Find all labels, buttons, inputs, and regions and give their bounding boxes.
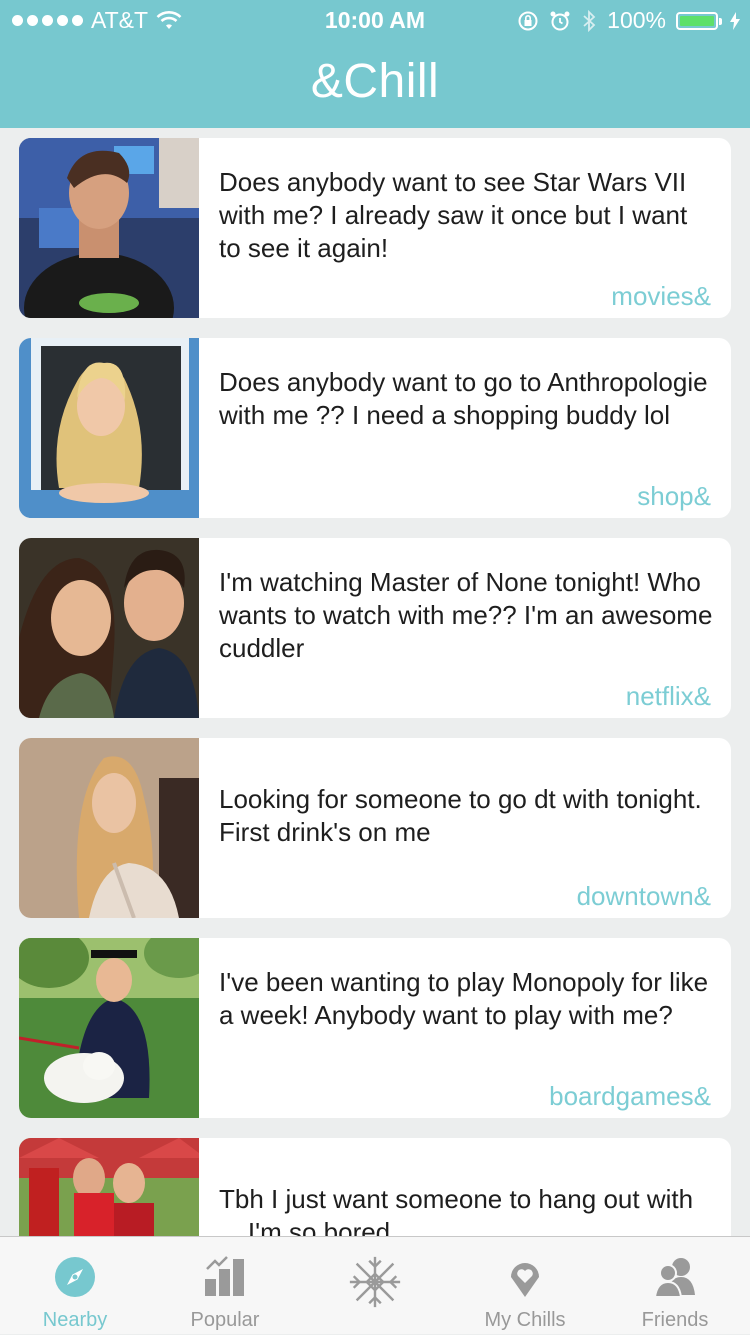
- top-bar: AT&T 10:00 AM 100% &Chill: [0, 0, 750, 128]
- post-card[interactable]: I've been wanting to play Monopoly for l…: [19, 938, 731, 1118]
- post-card[interactable]: Tbh I just want someone to hang out with…: [19, 1138, 731, 1236]
- tab-popular[interactable]: Popular: [150, 1237, 300, 1335]
- post-photo[interactable]: [19, 938, 199, 1118]
- compass-icon: [55, 1257, 95, 1297]
- post-text: Does anybody want to go to Anthropologie…: [219, 367, 708, 430]
- post-text: Looking for someone to go dt with tonigh…: [219, 784, 702, 847]
- tab-chill-logo[interactable]: [300, 1237, 450, 1335]
- post-tag[interactable]: movies&: [611, 281, 711, 312]
- tab-bar: Nearby Popular My Chills Friends: [0, 1236, 750, 1334]
- rotation-lock-icon: [518, 11, 538, 30]
- post-tag[interactable]: netflix&: [626, 681, 711, 712]
- tab-label: My Chills: [484, 1309, 566, 1331]
- battery-icon: [676, 11, 722, 30]
- tab-my-chills[interactable]: My Chills: [450, 1237, 600, 1335]
- charging-icon: [730, 11, 740, 30]
- alarm-icon: [550, 11, 570, 30]
- post-photo[interactable]: [19, 338, 199, 518]
- snowflake-logo-icon: [349, 1256, 401, 1308]
- tab-label: Friends: [641, 1309, 709, 1331]
- battery-percent: 100%: [607, 7, 666, 33]
- post-text: I'm watching Master of None tonight! Who…: [219, 567, 713, 663]
- post-text: I've been wanting to play Monopoly for l…: [219, 967, 709, 1030]
- post-photo[interactable]: [19, 538, 199, 718]
- tab-friends[interactable]: Friends: [600, 1237, 750, 1335]
- post-photo[interactable]: [19, 138, 199, 318]
- feed-list[interactable]: Does anybody want to see Star Wars VII w…: [0, 128, 750, 1236]
- post-tag[interactable]: boardgames&: [549, 1081, 711, 1112]
- post-photo[interactable]: [19, 738, 199, 918]
- bar-chart-icon: [205, 1256, 244, 1296]
- post-photo[interactable]: [19, 1138, 199, 1236]
- post-card[interactable]: I'm watching Master of None tonight! Who…: [19, 538, 731, 718]
- status-right: 100%: [517, 7, 740, 34]
- post-card[interactable]: Does anybody want to go to Anthropologie…: [19, 338, 731, 518]
- post-card[interactable]: Does anybody want to see Star Wars VII w…: [19, 138, 731, 318]
- post-tag[interactable]: downtown&: [577, 881, 711, 912]
- post-text: Tbh I just want someone to hang out with…: [219, 1184, 694, 1236]
- tab-label: Nearby: [42, 1309, 108, 1331]
- bluetooth-icon: [583, 9, 596, 32]
- tab-label: Popular: [190, 1309, 260, 1331]
- post-text: Does anybody want to see Star Wars VII w…: [219, 167, 688, 263]
- friends-icon: [653, 1258, 695, 1298]
- app-title: &Chill: [310, 55, 440, 108]
- tab-nearby[interactable]: Nearby: [0, 1237, 150, 1335]
- post-card[interactable]: Looking for someone to go dt with tonigh…: [19, 738, 731, 918]
- status-bar: AT&T 10:00 AM 100%: [0, 0, 750, 40]
- heart-pin-icon: [511, 1263, 539, 1297]
- post-tag[interactable]: shop&: [637, 481, 711, 512]
